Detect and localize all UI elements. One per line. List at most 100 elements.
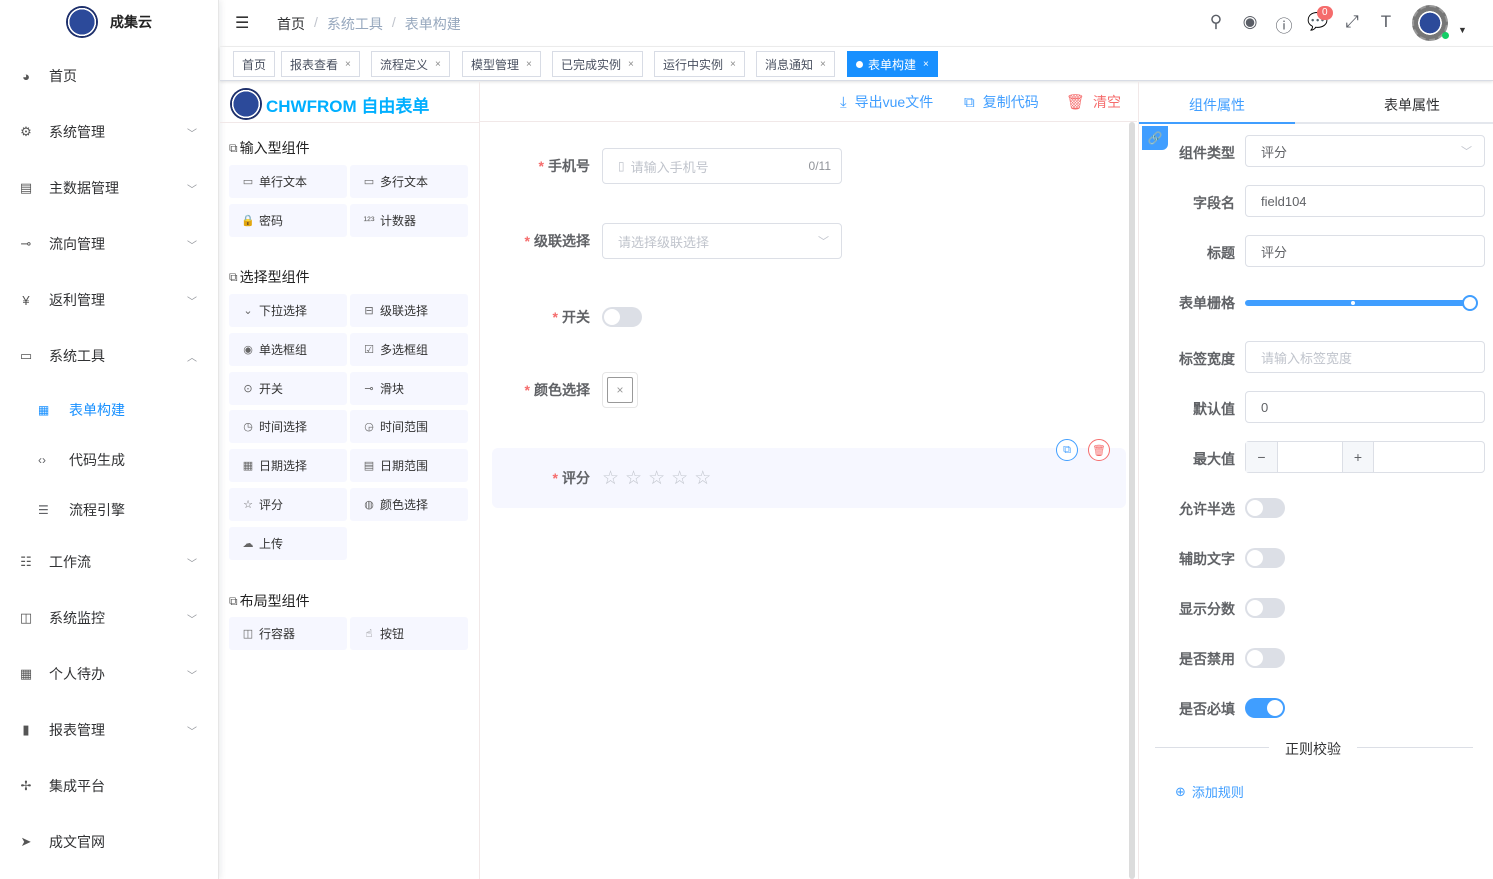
sidebar-item-workflow[interactable]: ☷ 工作流 ﹀ bbox=[0, 534, 219, 590]
fullscreen-icon[interactable]: ⤢ bbox=[1341, 12, 1363, 32]
close-icon[interactable]: × bbox=[730, 59, 736, 70]
comp-switch[interactable]: ⊙ 开关 bbox=[229, 372, 347, 405]
star-icon[interactable]: ☆ bbox=[648, 467, 665, 490]
close-icon[interactable]: × bbox=[435, 59, 441, 70]
comp-radio-group[interactable]: ◉ 单选框组 bbox=[229, 333, 347, 366]
comp-row-container[interactable]: ◫ 行容器 bbox=[229, 617, 347, 650]
star-icon[interactable]: ☆ bbox=[694, 467, 711, 490]
comp-date-picker[interactable]: ▦ 日期选择 bbox=[229, 449, 347, 482]
tag-home[interactable]: 首页 bbox=[233, 51, 276, 77]
close-icon[interactable]: × bbox=[923, 59, 929, 70]
field-phone[interactable]: * 手机号 ▯ 请输入手机号 0/11 bbox=[480, 148, 1130, 184]
tag-completed[interactable]: 已完成实例 × bbox=[552, 51, 643, 77]
tag-form-builder[interactable]: 表单构建 × bbox=[847, 51, 938, 77]
tag-process-def[interactable]: 流程定义 × bbox=[371, 51, 450, 77]
tag-report-view[interactable]: 报表查看 × bbox=[281, 51, 360, 77]
comp-time-range[interactable]: ◶ 时间范围 bbox=[350, 410, 468, 443]
field-rate[interactable]: * 评分 ☆ ☆ ☆ ☆ ☆ bbox=[480, 466, 1130, 490]
helper-text-switch[interactable] bbox=[1245, 548, 1285, 568]
copy-item-button[interactable]: ⧉ bbox=[1056, 439, 1078, 461]
component-type-select[interactable]: 评分 ﹀ bbox=[1245, 135, 1485, 167]
color-picker[interactable]: × bbox=[602, 372, 638, 408]
comp-dropdown[interactable]: ⌄ 下拉选择 bbox=[229, 294, 347, 327]
sidebar-item-master-data[interactable]: ▤ 主数据管理 ﹀ bbox=[0, 160, 219, 216]
rate-stars[interactable]: ☆ ☆ ☆ ☆ ☆ bbox=[602, 467, 711, 490]
show-score-switch[interactable] bbox=[1245, 598, 1285, 618]
stepper-value[interactable] bbox=[1278, 442, 1342, 472]
disabled-switch[interactable] bbox=[1245, 648, 1285, 668]
title-input[interactable]: 评分 bbox=[1245, 235, 1485, 267]
canvas-scrollbar[interactable] bbox=[1129, 122, 1135, 879]
sidebar-subitem-code-gen[interactable]: ‹› 代码生成 bbox=[0, 435, 219, 485]
comp-slider[interactable]: ⊸ 滑块 bbox=[350, 372, 468, 405]
online-status-dot bbox=[1442, 32, 1449, 39]
sidebar-item-system-tools[interactable]: ▭ 系统工具 ︿ bbox=[0, 328, 219, 384]
star-icon[interactable]: ☆ bbox=[671, 467, 688, 490]
field-switch[interactable]: * 开关 bbox=[480, 305, 1130, 329]
tag-model-mgmt[interactable]: 模型管理 × bbox=[462, 51, 541, 77]
copy-code-button[interactable]: ⧉ 复制代码 bbox=[964, 92, 1039, 112]
label-width-input[interactable]: 请输入标签宽度 bbox=[1245, 341, 1485, 373]
font-size-icon[interactable]: T bbox=[1375, 12, 1397, 32]
sidebar-item-todo[interactable]: ▦ 个人待办 ﹀ bbox=[0, 646, 219, 702]
increment-button[interactable]: + bbox=[1342, 442, 1374, 472]
field-name-input[interactable]: field104 bbox=[1245, 185, 1485, 217]
tab-component-props[interactable]: 组件属性 bbox=[1189, 95, 1245, 115]
tab-form-props[interactable]: 表单属性 bbox=[1384, 95, 1440, 115]
sidebar-item-system[interactable]: ⚙ 系统管理 ﹀ bbox=[0, 104, 219, 160]
sidebar-subitem-process-engine[interactable]: ☰ 流程引擎 bbox=[0, 485, 219, 535]
comp-rate[interactable]: ☆ 评分 bbox=[229, 488, 347, 521]
caret-down-icon[interactable]: ▼ bbox=[1458, 25, 1467, 35]
comp-cascader[interactable]: ⊟ 级联选择 bbox=[350, 294, 468, 327]
message-icon[interactable]: 💬 0 bbox=[1307, 6, 1333, 32]
sidebar-item-reports[interactable]: ▮ 报表管理 ﹀ bbox=[0, 702, 219, 758]
field-cascade[interactable]: * 级联选择 请选择级联选择 ﹀ bbox=[480, 223, 1130, 259]
app-logo[interactable]: 成集云 bbox=[0, 0, 218, 44]
comp-upload[interactable]: ☁ 上传 bbox=[229, 527, 347, 560]
field-color[interactable]: * 颜色选择 × bbox=[480, 372, 1130, 408]
comp-checkbox-group[interactable]: ☑ 多选框组 bbox=[350, 333, 468, 366]
close-icon[interactable]: × bbox=[820, 59, 826, 70]
required-switch[interactable] bbox=[1245, 698, 1285, 718]
github-icon[interactable]: ◉ bbox=[1239, 12, 1261, 32]
cascade-select[interactable]: 请选择级联选择 ﹀ bbox=[602, 223, 842, 259]
sidebar-item-integration[interactable]: ✢ 集成平台 bbox=[0, 758, 219, 814]
add-rule-button[interactable]: ⊕ 添加规则 bbox=[1175, 782, 1244, 801]
close-icon[interactable]: × bbox=[628, 59, 634, 70]
star-icon[interactable]: ☆ bbox=[625, 467, 642, 490]
comp-button[interactable]: ☝ 按钮 bbox=[350, 617, 468, 650]
breadcrumb-home[interactable]: 首页 bbox=[277, 14, 305, 34]
delete-item-button[interactable]: 🗑 bbox=[1088, 439, 1110, 461]
sidebar-subitem-form-builder[interactable]: ▦ 表单构建 bbox=[0, 385, 219, 435]
sidebar-item-home[interactable]: ◕ 首页 bbox=[0, 48, 219, 104]
comp-multi-text[interactable]: ▭ 多行文本 bbox=[350, 165, 468, 198]
switch-toggle[interactable] bbox=[602, 307, 642, 327]
comp-single-text[interactable]: ▭ 单行文本 bbox=[229, 165, 347, 198]
sidebar-item-monitor[interactable]: ◫ 系统监控 ﹀ bbox=[0, 590, 219, 646]
comp-time-picker[interactable]: ◷ 时间选择 bbox=[229, 410, 347, 443]
grid-span-slider[interactable] bbox=[1245, 295, 1478, 311]
tag-running[interactable]: 运行中实例 × bbox=[654, 51, 745, 77]
close-icon[interactable]: × bbox=[526, 59, 532, 70]
comp-counter[interactable]: ¹²³ 计数器 bbox=[350, 204, 468, 237]
search-icon[interactable]: ⚲ bbox=[1205, 12, 1227, 32]
star-icon[interactable]: ☆ bbox=[602, 467, 619, 490]
sidebar-item-website[interactable]: ➤ 成文官网 bbox=[0, 814, 219, 870]
allow-half-switch[interactable] bbox=[1245, 498, 1285, 518]
help-icon[interactable]: ⓘ bbox=[1273, 12, 1295, 37]
comp-color-picker[interactable]: ◍ 颜色选择 bbox=[350, 488, 468, 521]
tag-messages[interactable]: 消息通知 × bbox=[756, 51, 835, 77]
export-vue-button[interactable]: ⤓ 导出vue文件 bbox=[840, 92, 933, 112]
comp-date-range[interactable]: ▤ 日期范围 bbox=[350, 449, 468, 482]
slider-handle[interactable] bbox=[1462, 295, 1478, 311]
default-value-input[interactable]: 0 bbox=[1245, 391, 1485, 423]
sidebar-item-rebate[interactable]: ¥ 返利管理 ﹀ bbox=[0, 272, 219, 328]
clear-button[interactable]: 🗑 清空 bbox=[1066, 92, 1121, 112]
menu-toggle-icon[interactable]: ☰ bbox=[235, 13, 249, 33]
phone-input[interactable]: ▯ 请输入手机号 0/11 bbox=[602, 148, 842, 184]
decrement-button[interactable]: − bbox=[1246, 442, 1278, 472]
max-value-stepper[interactable]: − + bbox=[1245, 441, 1485, 473]
comp-password[interactable]: 🔒 密码 bbox=[229, 204, 347, 237]
close-icon[interactable]: × bbox=[345, 59, 351, 70]
sidebar-item-flow[interactable]: ⊸ 流向管理 ﹀ bbox=[0, 216, 219, 272]
